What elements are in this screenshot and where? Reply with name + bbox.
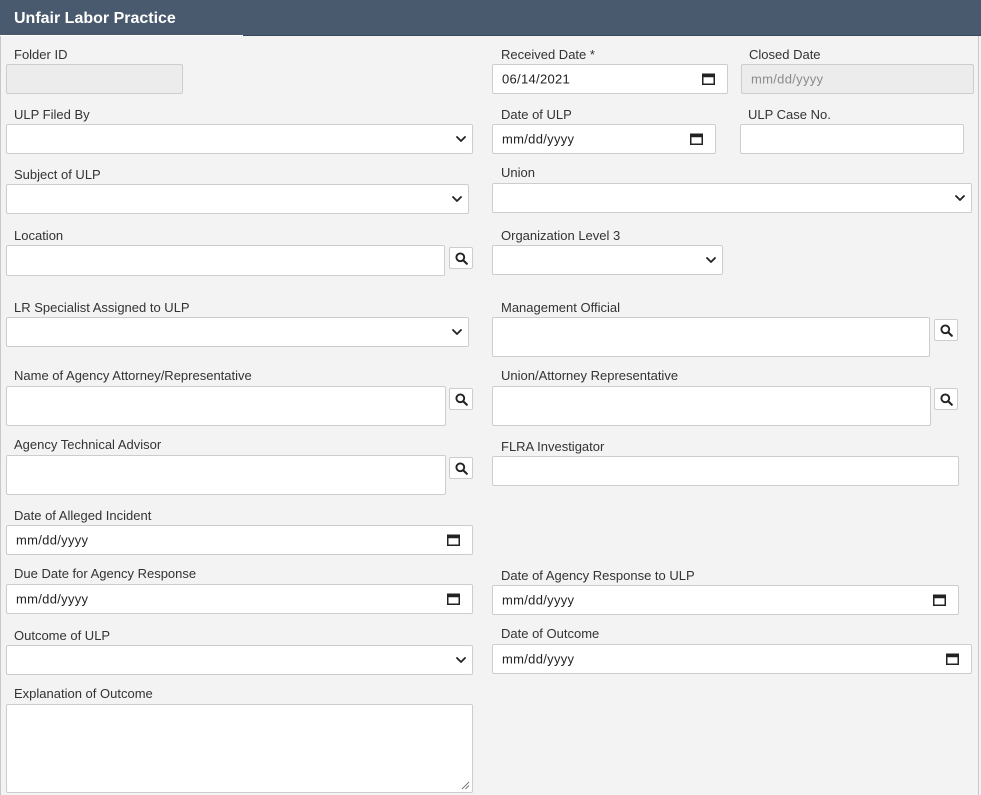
received-date-label: Received Date * bbox=[501, 47, 595, 62]
folder-id-field bbox=[6, 64, 183, 94]
chevron-down-icon bbox=[452, 196, 462, 202]
subject-of-ulp-label: Subject of ULP bbox=[14, 167, 101, 182]
received-date-value: 06/14/2021 bbox=[502, 71, 571, 87]
explanation-of-outcome-label: Explanation of Outcome bbox=[14, 686, 153, 701]
agency-attorney-input[interactable] bbox=[6, 386, 446, 426]
search-icon bbox=[940, 393, 953, 406]
page-header: Unfair Labor Practice bbox=[0, 0, 981, 36]
subject-of-ulp-select[interactable] bbox=[6, 184, 469, 214]
union-attorney-input[interactable] bbox=[492, 386, 931, 426]
calendar-icon[interactable] bbox=[690, 133, 703, 145]
due-date-agency-response-label: Due Date for Agency Response bbox=[14, 566, 197, 581]
chevron-down-icon bbox=[452, 329, 462, 335]
closed-date-placeholder: mm/dd/yyyy bbox=[751, 71, 824, 87]
date-agency-response-placeholder: mm/dd/yyyy bbox=[502, 592, 575, 608]
flra-investigator-label: FLRA Investigator bbox=[501, 439, 605, 454]
date-of-outcome-placeholder: mm/dd/yyyy bbox=[502, 651, 575, 667]
agency-tech-advisor-label: Agency Technical Advisor bbox=[14, 437, 162, 452]
due-date-agency-response-input[interactable]: mm/dd/yyyy bbox=[6, 584, 473, 614]
calendar-icon[interactable] bbox=[702, 73, 715, 85]
chevron-down-icon bbox=[456, 657, 466, 663]
union-attorney-search-button[interactable] bbox=[934, 388, 958, 410]
ulp-case-no-input[interactable] bbox=[740, 124, 964, 154]
date-alleged-incident-label: Date of Alleged Incident bbox=[14, 508, 152, 523]
chevron-down-icon bbox=[706, 257, 716, 263]
date-of-outcome-label: Date of Outcome bbox=[501, 626, 600, 641]
date-of-ulp-input[interactable]: mm/dd/yyyy bbox=[492, 124, 716, 154]
date-agency-response-label: Date of Agency Response to ULP bbox=[501, 568, 695, 583]
calendar-icon[interactable] bbox=[933, 594, 946, 606]
frame-border-left bbox=[0, 36, 1, 795]
chevron-down-icon bbox=[456, 136, 466, 142]
ulp-filed-by-label: ULP Filed By bbox=[14, 107, 90, 122]
ulp-case-no-label: ULP Case No. bbox=[748, 107, 831, 122]
frame-border-right bbox=[978, 36, 979, 795]
page-title: Unfair Labor Practice bbox=[14, 10, 176, 27]
flra-investigator-input[interactable] bbox=[492, 456, 959, 486]
management-official-search-button[interactable] bbox=[934, 319, 958, 341]
due-date-agency-response-placeholder: mm/dd/yyyy bbox=[16, 591, 89, 607]
explanation-of-outcome-textarea[interactable] bbox=[6, 704, 473, 793]
resize-handle-icon[interactable] bbox=[461, 781, 470, 790]
title-underline bbox=[0, 35, 243, 36]
agency-attorney-search-button[interactable] bbox=[449, 388, 473, 410]
date-of-ulp-label: Date of ULP bbox=[501, 107, 572, 122]
closed-date-input: mm/dd/yyyy bbox=[741, 64, 974, 94]
search-icon bbox=[940, 324, 953, 337]
management-official-input[interactable] bbox=[492, 317, 930, 357]
location-label: Location bbox=[14, 228, 64, 243]
calendar-icon[interactable] bbox=[946, 653, 959, 665]
calendar-icon[interactable] bbox=[447, 534, 460, 546]
received-date-input[interactable]: 06/14/2021 bbox=[492, 64, 728, 94]
search-icon bbox=[455, 393, 468, 406]
outcome-of-ulp-label: Outcome of ULP bbox=[14, 628, 111, 643]
agency-tech-advisor-search-button[interactable] bbox=[449, 457, 473, 479]
lr-specialist-select[interactable] bbox=[6, 317, 469, 347]
union-attorney-label: Union/Attorney Representative bbox=[501, 368, 679, 383]
search-icon bbox=[455, 252, 468, 265]
ulp-filed-by-select[interactable] bbox=[6, 124, 473, 154]
org-level-3-label: Organization Level 3 bbox=[501, 228, 621, 243]
closed-date-label: Closed Date bbox=[749, 47, 821, 62]
location-input[interactable] bbox=[6, 245, 445, 276]
org-level-3-select[interactable] bbox=[492, 245, 723, 275]
location-search-button[interactable] bbox=[449, 247, 473, 269]
management-official-label: Management Official bbox=[501, 300, 620, 315]
date-alleged-incident-placeholder: mm/dd/yyyy bbox=[16, 532, 89, 548]
folder-id-label: Folder ID bbox=[14, 47, 68, 62]
agency-tech-advisor-input[interactable] bbox=[6, 455, 446, 495]
date-of-outcome-input[interactable]: mm/dd/yyyy bbox=[492, 644, 972, 674]
date-agency-response-input[interactable]: mm/dd/yyyy bbox=[492, 585, 959, 615]
date-of-ulp-placeholder: mm/dd/yyyy bbox=[502, 131, 575, 147]
union-select[interactable] bbox=[492, 183, 972, 213]
lr-specialist-label: LR Specialist Assigned to ULP bbox=[14, 300, 190, 315]
union-label: Union bbox=[501, 165, 535, 180]
outcome-of-ulp-select[interactable] bbox=[6, 645, 473, 675]
chevron-down-icon bbox=[955, 195, 965, 201]
calendar-icon[interactable] bbox=[447, 593, 460, 605]
agency-attorney-label: Name of Agency Attorney/Representative bbox=[14, 368, 252, 383]
date-alleged-incident-input[interactable]: mm/dd/yyyy bbox=[6, 525, 473, 555]
search-icon bbox=[455, 462, 468, 475]
